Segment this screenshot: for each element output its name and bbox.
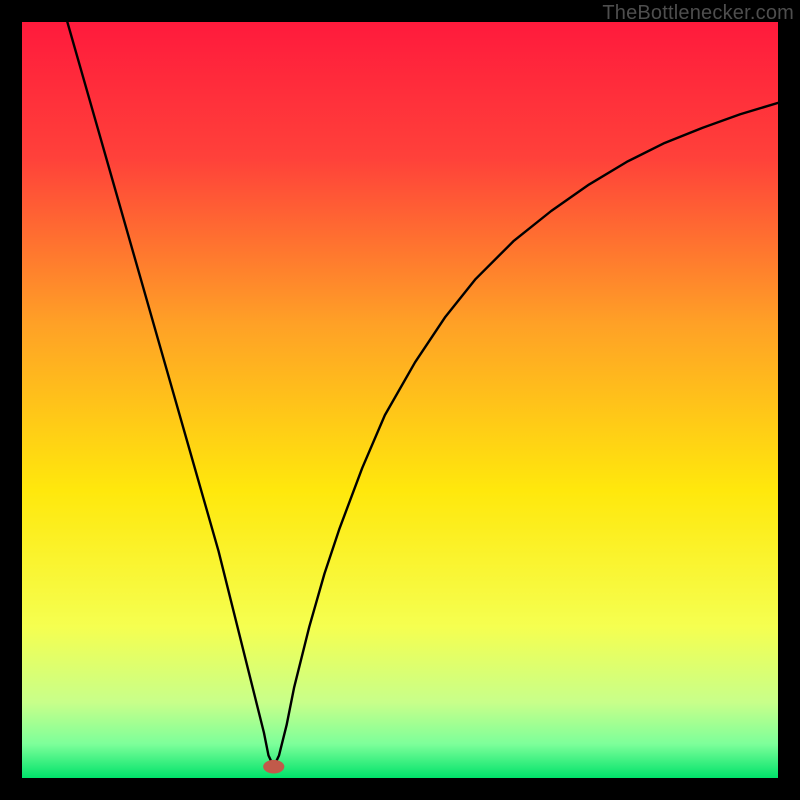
- optimum-marker: [263, 760, 284, 774]
- chart-area: [22, 22, 778, 778]
- gradient-background: [22, 22, 778, 778]
- outer-frame: TheBottlenecker.com: [0, 0, 800, 800]
- chart-svg: [22, 22, 778, 778]
